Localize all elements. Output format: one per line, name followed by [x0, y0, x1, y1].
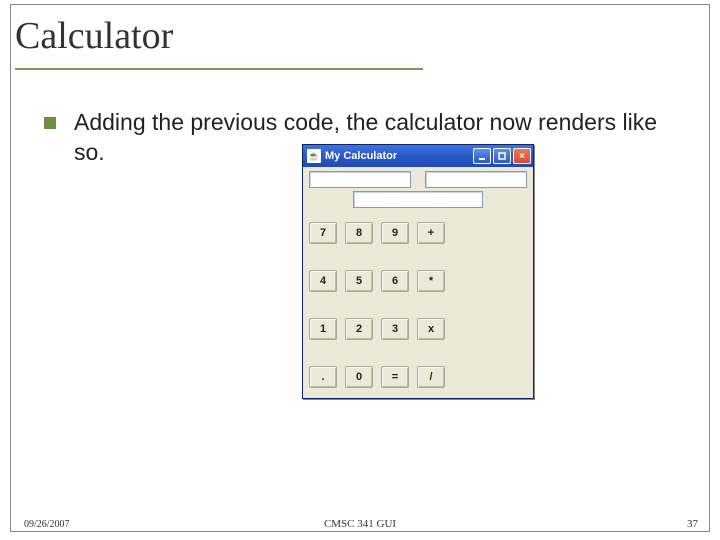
calculator-window: ☕ My Calculator × 7 8 9 +: [302, 144, 534, 399]
button-row-1: 4 5 6 *: [309, 270, 527, 292]
calc-button-star[interactable]: *: [417, 270, 445, 292]
bullet-icon: [44, 117, 56, 129]
calc-button-2[interactable]: 2: [345, 318, 373, 340]
calc-button-5[interactable]: 5: [345, 270, 373, 292]
close-button[interactable]: ×: [513, 148, 531, 164]
calculator-body: 7 8 9 + 4 5 6 * 1 2 3 x . 0 = /: [303, 167, 533, 398]
calc-button-4[interactable]: 4: [309, 270, 337, 292]
calc-button-9[interactable]: 9: [381, 222, 409, 244]
calc-button-0[interactable]: 0: [345, 366, 373, 388]
button-row-3: . 0 = /: [309, 366, 527, 388]
slide-title: Calculator: [15, 8, 715, 64]
calc-button-slash[interactable]: /: [417, 366, 445, 388]
button-row-2: 1 2 3 x: [309, 318, 527, 340]
operand2-field[interactable]: [425, 171, 527, 188]
minimize-button[interactable]: [473, 148, 491, 164]
java-icon: ☕: [307, 149, 321, 163]
calc-button-x[interactable]: x: [417, 318, 445, 340]
calc-button-3[interactable]: 3: [381, 318, 409, 340]
maximize-icon: [498, 152, 506, 160]
result-field[interactable]: [353, 191, 483, 208]
calc-button-6[interactable]: 6: [381, 270, 409, 292]
calculator-title-text: My Calculator: [325, 150, 473, 162]
calc-button-plus[interactable]: +: [417, 222, 445, 244]
maximize-button[interactable]: [493, 148, 511, 164]
calculator-titlebar: ☕ My Calculator ×: [303, 145, 533, 167]
calc-button-7[interactable]: 7: [309, 222, 337, 244]
input-row-1: [309, 171, 527, 188]
button-row-0: 7 8 9 +: [309, 222, 527, 244]
title-underline: [15, 68, 423, 70]
operand1-field[interactable]: [309, 171, 411, 188]
title-block: Calculator: [15, 8, 715, 70]
calc-button-1[interactable]: 1: [309, 318, 337, 340]
footer-page-number: 37: [687, 518, 698, 530]
window-controls: ×: [473, 148, 531, 164]
close-icon: ×: [519, 151, 525, 162]
minimize-icon: [478, 152, 486, 160]
input-row-2: [309, 191, 527, 208]
calc-button-8[interactable]: 8: [345, 222, 373, 244]
footer-center: CMSC 341 GUI: [0, 518, 720, 530]
calc-button-dot[interactable]: .: [309, 366, 337, 388]
calc-button-equals[interactable]: =: [381, 366, 409, 388]
